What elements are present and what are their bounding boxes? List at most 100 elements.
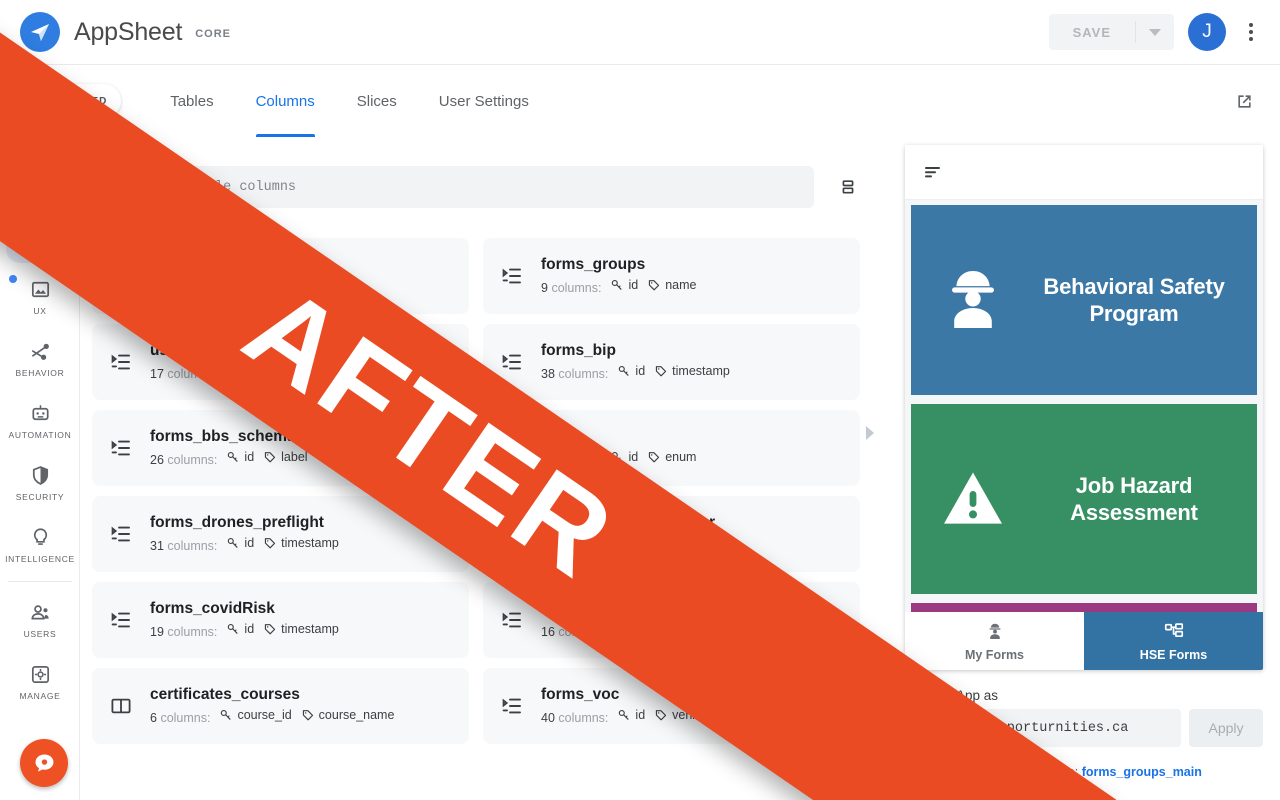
section-tab-bar: DEPLOYED Tables Columns Slices User Sett…	[0, 65, 1280, 137]
table-card[interactable]: forms_voc 40 columns: id vehicle_id	[483, 668, 860, 744]
columns-word: columns:	[167, 367, 218, 382]
tab-slices[interactable]: Slices	[336, 65, 418, 137]
table-card[interactable]: forms_groups 9 columns: id name	[483, 238, 860, 314]
nav-my-forms[interactable]: My Forms	[905, 612, 1084, 670]
view-name-link[interactable]: forms_groups	[939, 765, 1023, 779]
sidebar-item-ux[interactable]: UX	[0, 265, 80, 327]
table-icon	[108, 350, 134, 374]
table-key-chip: id	[610, 276, 638, 294]
open-in-new-icon[interactable]	[1232, 89, 1256, 113]
table-label-chip: timestamp	[654, 534, 730, 552]
save-button-group[interactable]: SAVE	[1048, 14, 1174, 50]
brand-name: AppSheet	[74, 17, 183, 46]
table-label-name: timestamp	[281, 536, 339, 551]
search-box[interactable]	[92, 166, 814, 208]
columns-word: columns:	[558, 711, 609, 726]
sidebar-item-label: SECURITY	[15, 492, 65, 502]
table-card[interactable]: users 17 columns: user_id _ComputedName	[92, 324, 469, 400]
table-label-chip: label	[263, 276, 308, 294]
image-icon	[29, 276, 52, 302]
table-card[interactable]: certificates_courses 6 columns: course_id c…	[92, 668, 469, 744]
table-label-name: timestamp	[672, 364, 730, 379]
support-chat-button[interactable]	[20, 739, 68, 787]
preview-as-email-field[interactable]: hello@apporturnities.ca	[905, 709, 1181, 747]
status-separator: |	[1032, 765, 1036, 779]
columns-word: columns:	[167, 539, 218, 554]
table-card-meta: 17 columns: user_id _ComputedName	[150, 362, 410, 383]
phone-preview-frame: Behavioral Safety Program Job Hazard Ass…	[905, 145, 1263, 670]
gear-icon	[29, 661, 52, 687]
table-label-name: enum	[665, 450, 697, 465]
preview-card-title: Job Hazard Assessment	[1070, 472, 1198, 526]
table-label-chip: timestamp	[263, 620, 339, 638]
table-icon	[499, 350, 525, 374]
sidebar-item-data[interactable]: DATA	[0, 203, 80, 265]
columns-word: columns:	[558, 367, 609, 382]
sidebar-item-security[interactable]: SECURITY	[0, 451, 80, 513]
info-notification-dot	[9, 151, 17, 159]
preview-card-behavioral-safety[interactable]: Behavioral Safety Program	[911, 205, 1257, 395]
view-density-toggle[interactable]	[836, 175, 860, 199]
search-input[interactable]	[134, 179, 800, 195]
brand-logo-group[interactable]: AppSheet CORE	[20, 12, 231, 52]
table-column-count: 26	[150, 453, 164, 468]
check-circle-icon	[17, 91, 37, 111]
table-card[interactable]: certificates 16 columns: _ComputedKey icon	[483, 582, 860, 658]
more-options-icon[interactable]	[1240, 17, 1262, 47]
sidebar-item-behavior[interactable]: BEHAVIOR	[0, 327, 80, 389]
table-name-link[interactable]: forms_groups_main	[1082, 765, 1202, 779]
sidebar-item-label: INTELLIGENCE	[5, 554, 75, 564]
save-dropdown-button[interactable]	[1136, 14, 1174, 50]
table-label-name: icon	[748, 622, 772, 637]
avatar[interactable]: J	[1188, 13, 1226, 51]
sidebar-item-users[interactable]: USERS	[0, 588, 80, 650]
app-preview-panel: Behavioral Safety Program Job Hazard Ass…	[866, 137, 1280, 800]
tab-tables[interactable]: Tables	[149, 65, 234, 137]
table-card[interactable]: forms_bbs_schemas 26 columns: id label	[92, 410, 469, 486]
phone-app-bar	[905, 145, 1263, 200]
preview-card-job-hazard[interactable]: Job Hazard Assessment	[911, 404, 1257, 594]
table-icon	[499, 608, 525, 632]
sidebar-item-automation[interactable]: AUTOMATION	[0, 389, 80, 451]
apply-button[interactable]: Apply	[1189, 709, 1263, 747]
table-card[interactable]: enum 3 columns: id enum	[483, 410, 860, 486]
sidebar-item-info[interactable]: INFO	[0, 141, 80, 203]
sidebar-item-label: MANAGE	[19, 691, 61, 701]
table-column-count: 21	[541, 539, 555, 554]
preview-card-partial[interactable]	[911, 603, 1257, 612]
table-label-name: course_name	[318, 708, 395, 723]
table-key-chip: id	[617, 534, 645, 552]
tab-columns[interactable]: Columns	[235, 65, 336, 137]
table-key-chip: id	[226, 620, 254, 638]
menu-sort-icon[interactable]	[921, 160, 945, 184]
table-card-meta: 21 columns: id timestamp	[541, 534, 730, 555]
table-card[interactable]: forms_bip 38 columns: id timestamp	[483, 324, 860, 400]
sidebar-item-manage[interactable]: MANAGE	[0, 650, 80, 712]
table-card[interactable]: forms 14 columns: id label	[92, 238, 469, 314]
person-hardhat-icon	[108, 264, 134, 288]
columns-word: columns:	[551, 453, 602, 468]
tab-list: Tables Columns Slices User Settings	[149, 65, 550, 137]
table-key-name: id	[244, 536, 255, 551]
status-badge[interactable]: DEPLOYED	[8, 84, 122, 118]
preview-card-title: Behavioral Safety Program	[1043, 273, 1225, 327]
lightbulb-icon	[29, 524, 52, 550]
view-prefix-label: View:	[905, 765, 936, 779]
brand-edition-badge: CORE	[195, 28, 231, 40]
columns-word: columns:	[558, 539, 609, 554]
preview-collapse-toggle[interactable]	[863, 424, 877, 442]
table-card[interactable]: forms_imminentDanger 21 columns: id timesta…	[483, 496, 860, 572]
save-button[interactable]: SAVE	[1049, 14, 1135, 50]
nav-hse-forms[interactable]: HSE Forms	[1084, 612, 1263, 670]
preview-as-email-value: hello@apporturnities.ca	[942, 720, 1129, 736]
table-card-name: forms_imminentDanger	[541, 513, 715, 531]
tab-user-settings[interactable]: User Settings	[418, 65, 550, 137]
table-card[interactable]: forms_covidRisk 19 columns: id timestamp	[92, 582, 469, 658]
sidebar-item-intelligence[interactable]: INTELLIGENCE	[0, 513, 80, 575]
preview-as-label: Preview App as	[905, 688, 999, 703]
table-card[interactable]: forms_drones_preflight 31 columns: id times…	[92, 496, 469, 572]
table-card-meta: 6 columns: course_id course_name	[150, 706, 394, 727]
table-icon	[499, 522, 525, 546]
table-card-name: enum	[541, 427, 583, 445]
appsheet-logo-icon	[20, 12, 60, 52]
